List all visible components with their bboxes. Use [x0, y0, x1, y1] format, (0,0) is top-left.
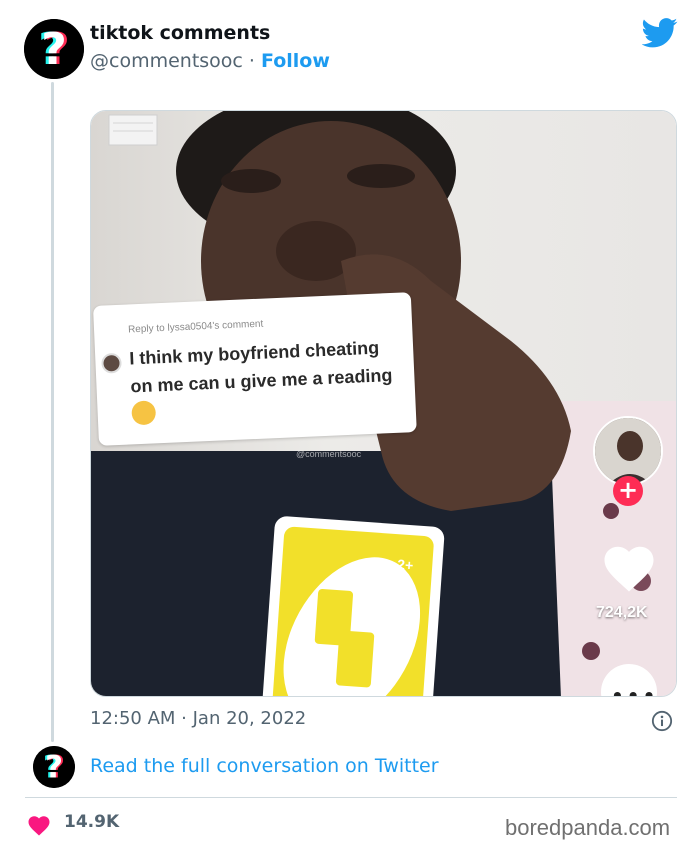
comment-body: I think my boyfriend cheating on me can … [128, 337, 393, 397]
read-conversation-link[interactable]: Read the full conversation on Twitter [90, 755, 439, 777]
svg-text:?: ? [41, 24, 67, 75]
user-name[interactable]: tiktok comments [90, 22, 270, 44]
follow-button[interactable]: Follow [261, 50, 330, 72]
thread-line [51, 82, 54, 742]
divider [25, 797, 677, 798]
question-mark-logo-icon: ? ? ? [24, 19, 84, 79]
like-count: 14.9K [64, 812, 120, 832]
reply-to-label: Reply to lyssa0504's comment [127, 318, 264, 336]
tweet-card: ? ? ? tiktok comments @commentsooc · Fol… [0, 0, 700, 851]
profile-avatar[interactable]: ? ? ? [24, 19, 84, 79]
heart-icon[interactable] [27, 814, 51, 836]
tweet-timestamp[interactable]: 12:50 AM · Jan 20, 2022 [90, 708, 306, 729]
tweet-video[interactable]: 2+ Reply to lyssa0504's comment I think … [90, 110, 677, 697]
boredpanda-watermark: boredpanda.com [505, 815, 671, 840]
ellipsis-icon: ••• [611, 684, 659, 697]
sad-face-emoji-icon [131, 400, 157, 426]
follow-plus-icon[interactable]: + [613, 476, 643, 506]
tiktok-comment-card: Reply to lyssa0504's comment I think my … [93, 292, 417, 446]
uno-card-label: 2+ [397, 556, 414, 573]
tiktok-like-count: 724,2K [596, 604, 648, 621]
tiktok-comment-text: I think my boyfriend cheating on me can … [129, 333, 402, 429]
handle-row: @commentsooc · Follow [90, 50, 330, 72]
question-mark-logo-icon: ? ? ? [33, 746, 75, 788]
svg-text:?: ? [45, 750, 63, 786]
conversation-avatar[interactable]: ? ? ? [33, 746, 75, 788]
tiktok-heart-icon[interactable] [601, 541, 657, 593]
twitter-bird-icon[interactable] [642, 18, 678, 48]
user-handle[interactable]: @commentsooc [90, 50, 243, 72]
separator: · [248, 50, 255, 72]
tiktok-watermark: @commentsooc [296, 449, 362, 459]
commenter-avatar [101, 352, 122, 374]
info-icon[interactable] [651, 710, 673, 732]
